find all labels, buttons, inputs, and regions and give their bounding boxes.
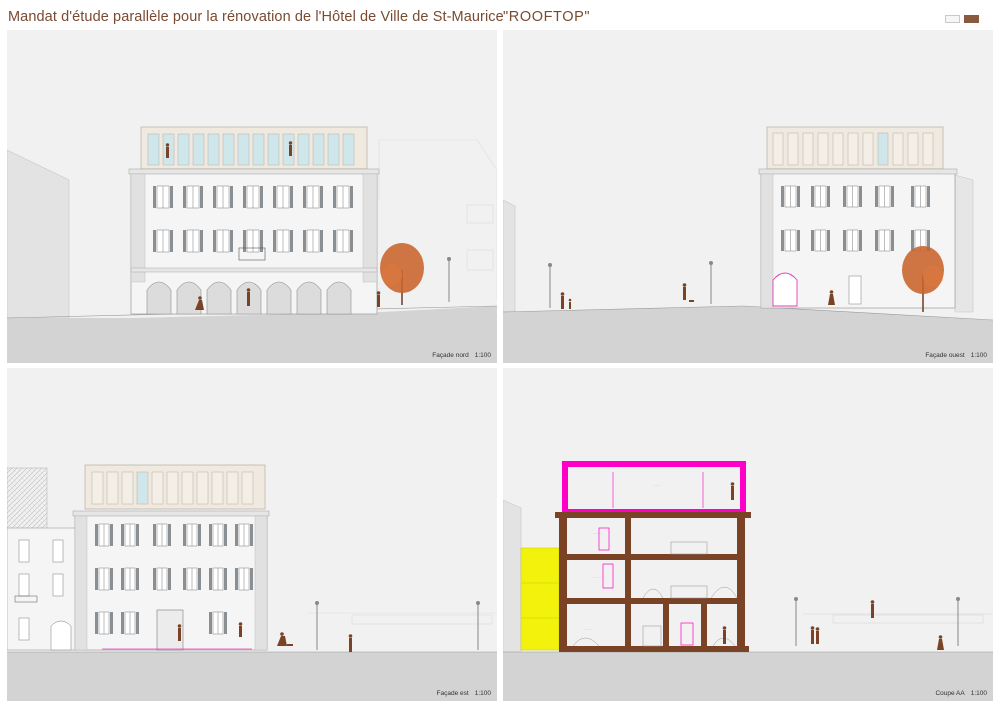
- panel-facade-est: Façade est 1:100: [7, 368, 497, 701]
- caption-facade-est: Façade est 1:100: [437, 690, 491, 697]
- page-1-indicator[interactable]: [945, 15, 960, 23]
- caption-scale: 1:100: [970, 690, 987, 697]
- svg-text:·········: ·········: [593, 575, 602, 579]
- panel-coupe-aa: ········· ········· ········· ········ Cou…: [503, 368, 993, 701]
- panel-facade-ouest: Façade ouest 1:100: [503, 30, 993, 363]
- facade-est-drawing: [7, 464, 497, 701]
- caption-scale: 1:100: [970, 352, 987, 359]
- facade-ouest-drawing: [503, 126, 993, 363]
- coupe-aa-drawing: ·················· ·················: [503, 461, 993, 701]
- facade-nord-drawing: [7, 126, 497, 363]
- caption-label: Façade est: [436, 690, 469, 697]
- caption-coupe-aa: Coupe AA 1:100: [935, 690, 987, 697]
- page-2-indicator[interactable]: [964, 15, 979, 23]
- svg-text:·········: ·········: [583, 627, 592, 631]
- caption-label: Façade ouest: [925, 352, 965, 359]
- caption-facade-nord: Façade nord 1:100: [432, 352, 491, 359]
- svg-text:·········: ·········: [593, 531, 602, 535]
- caption-scale: 1:100: [474, 690, 491, 697]
- caption-label: Façade nord: [432, 352, 469, 359]
- panel-facade-nord: Façade nord 1:100: [7, 30, 497, 363]
- caption-facade-ouest: Façade ouest 1:100: [925, 352, 987, 359]
- page-indicator[interactable]: [945, 15, 979, 23]
- svg-text:········: ········: [653, 483, 661, 487]
- project-name: "ROOFTOP": [503, 9, 591, 25]
- caption-label: Coupe AA: [935, 690, 965, 697]
- document-title: Mandat d'étude parallèle pour la rénovat…: [8, 9, 504, 25]
- caption-scale: 1:100: [474, 352, 491, 359]
